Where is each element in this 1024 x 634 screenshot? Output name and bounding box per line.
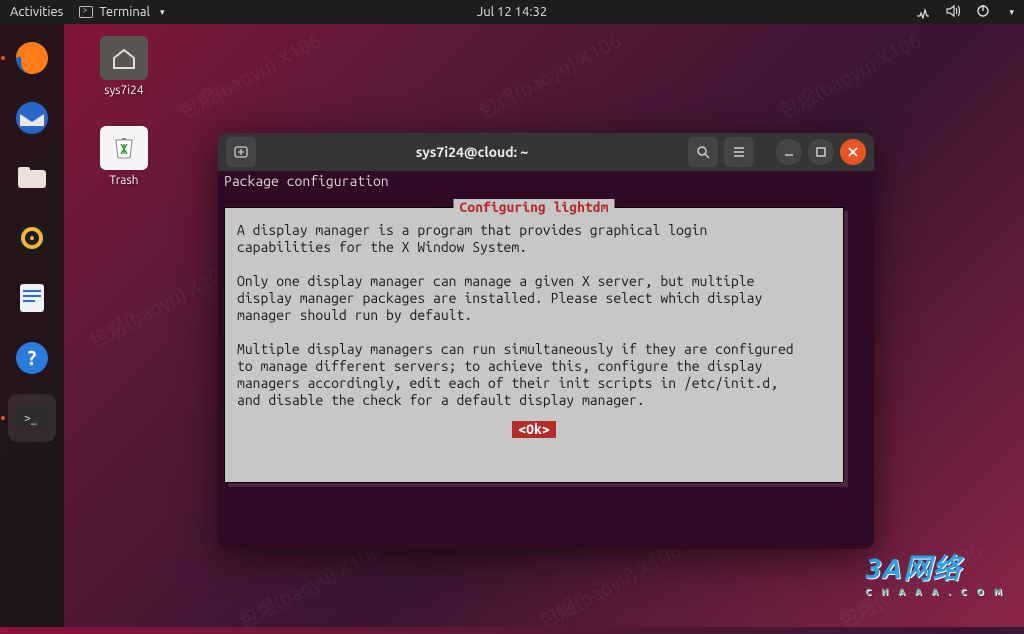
network-icon[interactable] (915, 3, 931, 22)
top-bar: Activities Terminal ▾ Jul 12 14:32 ▾ (0, 0, 1024, 24)
folder-icon (100, 36, 148, 80)
window-title: sys7i24@cloud: ~ (262, 144, 682, 160)
watermark: 包煜(baoyu) X106 (532, 535, 685, 634)
power-icon[interactable] (975, 3, 991, 22)
svg-text:>_: >_ (24, 412, 37, 425)
dock-item-thunderbird[interactable] (8, 94, 56, 142)
terminal-header-line: Package configuration (224, 173, 868, 190)
watermark: 包煜(baoyu) X106 (232, 535, 385, 634)
logo-brand: 3A网络 (865, 553, 961, 584)
ok-button[interactable]: <Ok> (512, 421, 556, 438)
desktop-icon-label: Trash (88, 174, 160, 187)
svg-text:?: ? (28, 346, 37, 369)
terminal-icon (79, 6, 93, 18)
logo-sub: C N A A A . C O M (865, 587, 1006, 597)
watermark: 包煜(baoyu) X106 (172, 25, 325, 125)
terminal-window: sys7i24@cloud: ~ Package configuration C… (218, 133, 874, 549)
dock-item-help[interactable]: ? (8, 334, 56, 382)
config-dialog: Configuring lightdm A display manager is… (224, 207, 844, 483)
desktop-icon-home[interactable]: sys7i24 (88, 36, 160, 97)
dock-item-writer[interactable] (8, 274, 56, 322)
watermark: 包煜(baoyu) X106 (772, 25, 925, 125)
menu-button[interactable] (724, 137, 754, 167)
dock: ? >_ (0, 24, 64, 627)
dialog-title: Configuring lightdm (454, 199, 615, 216)
system-menu-chevron-icon[interactable]: ▾ (1009, 7, 1014, 18)
new-tab-button[interactable] (226, 137, 256, 167)
watermark-logo: 3A网络 C N A A A . C O M (865, 547, 1006, 597)
terminal-body[interactable]: Package configuration Configuring lightd… (218, 171, 874, 549)
close-button[interactable] (840, 139, 866, 165)
minimize-button[interactable] (776, 139, 802, 165)
maximize-button[interactable] (808, 139, 834, 165)
dock-item-files[interactable] (8, 154, 56, 202)
search-button[interactable] (688, 137, 718, 167)
dock-item-rhythmbox[interactable] (8, 214, 56, 262)
titlebar[interactable]: sys7i24@cloud: ~ (218, 133, 874, 171)
desktop-icon-label: sys7i24 (88, 84, 160, 97)
watermark: 包煜(baoyu) X106 (82, 255, 235, 355)
activities-button[interactable]: Activities (10, 5, 63, 19)
chevron-down-icon: ▾ (160, 7, 165, 18)
dock-item-terminal[interactable]: >_ (8, 394, 56, 442)
dock-item-firefox[interactable] (8, 34, 56, 82)
desktop-icon-trash[interactable]: Trash (88, 126, 160, 187)
volume-icon[interactable] (945, 3, 961, 22)
trash-icon (100, 126, 148, 170)
app-menu[interactable]: Terminal ▾ (79, 5, 164, 19)
watermark: 包煜(baoyu) X106 (472, 25, 625, 125)
dialog-body: A display manager is a program that prov… (237, 222, 831, 409)
app-menu-label: Terminal (99, 5, 150, 19)
clock[interactable]: Jul 12 14:32 (477, 5, 547, 19)
